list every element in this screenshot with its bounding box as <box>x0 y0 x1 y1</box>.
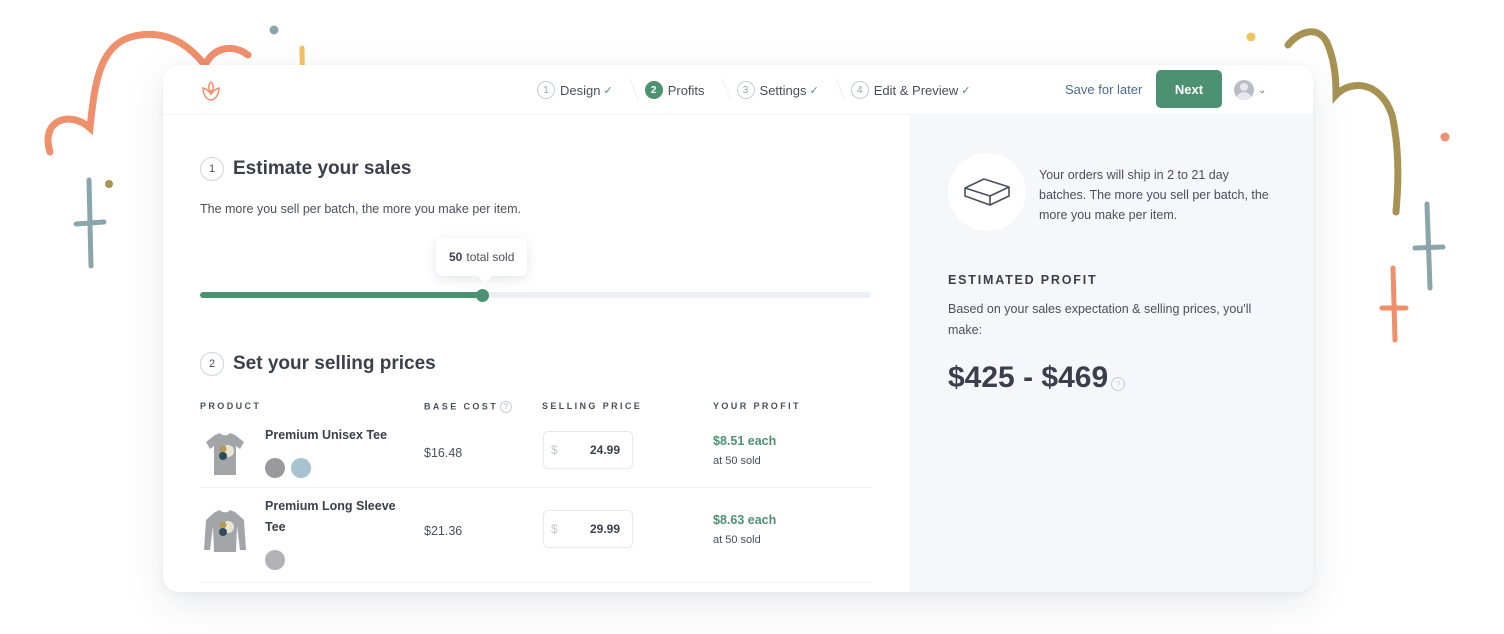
section-number: 2 <box>200 352 224 376</box>
step-number: 4 <box>850 81 869 99</box>
slate-cross <box>1412 201 1446 291</box>
sold-tooltip: 50 total sold <box>436 238 528 276</box>
step-separator <box>622 79 639 101</box>
slider-thumb[interactable] <box>475 289 489 302</box>
chevron-down-icon: ⌄ <box>1258 84 1267 96</box>
step-number: 3 <box>736 81 755 99</box>
estimated-profit: $425 - $469 ? <box>948 361 1126 395</box>
column-header-base-cost: BASE COST? <box>424 401 513 413</box>
currency-symbol: $ <box>551 443 558 457</box>
shipping-badge <box>948 153 1026 231</box>
step-separator <box>714 79 731 101</box>
product-name: Premium Long Sleeve Tee <box>265 499 396 534</box>
estimate-section-title: 1 Estimate your sales <box>200 157 411 181</box>
coral-cross <box>1379 265 1409 343</box>
selling-price-input[interactable]: $ 29.99 <box>543 510 633 548</box>
step-number: 2 <box>644 81 663 99</box>
teal-cross <box>73 177 107 269</box>
profit-note: at 50 sold <box>713 534 761 546</box>
long-sleeve-thumbnail <box>204 510 246 552</box>
yellow-dot <box>1246 32 1256 42</box>
estimated-profit-value: $425 - $469 <box>948 361 1109 394</box>
next-button[interactable]: Next <box>1156 70 1222 108</box>
pricing-panel: 1 Estimate your sales The more you sell … <box>163 115 910 592</box>
step-label: Settings <box>759 82 807 98</box>
top-bar: 1 Design ✓ 2 Profits 3 Settings ✓ 4 Edit… <box>163 65 1313 115</box>
box-icon <box>964 178 1010 206</box>
step-profits[interactable]: 2 Profits <box>644 81 705 99</box>
selling-price-input[interactable]: $ 24.99 <box>543 431 633 469</box>
step-label: Profits <box>667 82 705 98</box>
product-name: Premium Unisex Tee <box>265 428 388 442</box>
check-icon: ✓ <box>603 84 613 97</box>
tshirt-thumbnail <box>206 433 244 475</box>
check-icon: ✓ <box>809 84 819 97</box>
summary-panel: Your orders will ship in 2 to 21 day bat… <box>910 115 1313 592</box>
color-swatches <box>265 550 291 570</box>
step-design[interactable]: 1 Design ✓ <box>537 81 613 99</box>
step-separator <box>828 79 845 101</box>
pricing-section-title: 2 Set your selling prices <box>200 352 436 376</box>
section-title-text: Set your selling prices <box>233 353 436 374</box>
avatar-icon <box>1234 80 1254 100</box>
sold-suffix: total sold <box>466 250 515 264</box>
column-header-selling-price: SELLING PRICE <box>542 401 643 411</box>
save-for-later-link[interactable]: Save for later <box>1065 82 1142 97</box>
section-number: 1 <box>200 157 224 181</box>
column-header-your-profit: YOUR PROFIT <box>713 401 801 411</box>
step-edit-preview[interactable]: 4 Edit & Preview ✓ <box>850 81 971 99</box>
step-number: 1 <box>537 81 555 99</box>
logo-icon[interactable] <box>199 79 223 103</box>
sold-count: 50 <box>449 250 463 264</box>
profit-each: $8.63 each <box>713 513 777 527</box>
profit-calculator-card: 1 Design ✓ 2 Profits 3 Settings ✓ 4 Edit… <box>163 65 1313 592</box>
color-swatch-gray[interactable] <box>265 550 285 570</box>
coral-dot <box>1440 132 1450 142</box>
profit-each: $8.51 each <box>713 434 777 448</box>
selling-price-value[interactable]: 24.99 <box>590 443 620 457</box>
step-label: Design <box>560 82 601 98</box>
estimated-profit-description: Based on your sales expectation & sellin… <box>948 302 1252 337</box>
step-settings[interactable]: 3 Settings ✓ <box>736 81 819 99</box>
profit-cell: $8.51 each at 50 sold <box>713 434 776 467</box>
color-swatch-gray[interactable] <box>265 458 285 478</box>
check-icon: ✓ <box>961 84 971 97</box>
profit-cell: $8.63 each at 50 sold <box>713 513 776 546</box>
slider-fill <box>200 292 482 298</box>
product-row: Premium Unisex Tee $16.48 $ 24.99 $8.51 … <box>200 420 872 488</box>
stepper: 1 Design ✓ 2 Profits 3 Settings ✓ 4 Edit… <box>537 79 985 101</box>
base-cost: $16.48 <box>424 446 463 460</box>
column-header-product: PRODUCT <box>200 401 262 411</box>
estimate-description: The more you sell per batch, the more yo… <box>200 202 521 216</box>
column-header-text: BASE COST <box>424 401 499 412</box>
section-title-text: Estimate your sales <box>233 158 412 179</box>
shipping-info: Your orders will ship in 2 to 21 day bat… <box>1039 168 1269 222</box>
user-menu[interactable]: ⌄ <box>1234 80 1266 100</box>
color-swatch-blue[interactable] <box>291 458 311 478</box>
info-icon[interactable]: ? <box>1111 377 1126 391</box>
estimated-profit-label: ESTIMATED PROFIT <box>948 273 1098 287</box>
currency-symbol: $ <box>551 522 558 536</box>
selling-price-value[interactable]: 29.99 <box>590 522 620 536</box>
step-label: Edit & Preview <box>873 82 959 98</box>
color-swatches <box>265 458 317 478</box>
teal-dot <box>269 25 279 35</box>
product-row: Premium Long Sleeve Tee $21.36 $ 29.99 $… <box>200 488 872 583</box>
profit-note: at 50 sold <box>713 455 761 467</box>
info-icon[interactable]: ? <box>500 401 513 413</box>
base-cost: $21.36 <box>424 524 463 538</box>
olive-dot <box>105 180 113 188</box>
sales-slider[interactable] <box>200 289 871 302</box>
